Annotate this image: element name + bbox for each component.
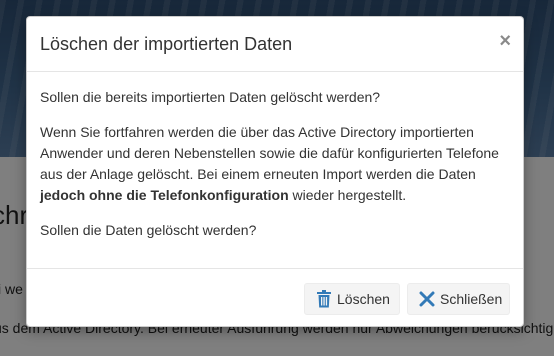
close-button-label: Schließen <box>440 291 503 307</box>
delete-button[interactable]: Löschen <box>304 283 400 315</box>
question-text: Sollen die bereits importierten Daten ge… <box>40 89 381 105</box>
confirm-text: Sollen die Daten gelöscht werden? <box>40 222 257 238</box>
modal-header: Löschen der importierten Daten × <box>27 17 523 72</box>
explanation-emphasis: jedoch ohne die Telefonkonfiguration <box>40 187 289 203</box>
modal-title: Löschen der importierten Daten <box>40 34 293 54</box>
trash-icon <box>316 290 332 308</box>
close-button[interactable]: Schließen <box>407 283 510 315</box>
times-icon <box>419 290 435 308</box>
delete-button-label: Löschen <box>337 291 390 307</box>
explanation-text-part: Wenn Sie fortfahren werden die über das … <box>40 124 499 182</box>
delete-imported-data-dialog: Löschen der importierten Daten × Sollen … <box>26 16 524 327</box>
modal-body: Sollen die bereits importierten Daten ge… <box>40 87 510 255</box>
close-icon[interactable]: × <box>499 31 511 51</box>
modal-footer: Löschen Schließen <box>27 268 523 328</box>
explanation-text: Wenn Sie fortfahren werden die über das … <box>40 122 510 206</box>
explanation-text-part: wieder hergestellt. <box>288 187 407 203</box>
